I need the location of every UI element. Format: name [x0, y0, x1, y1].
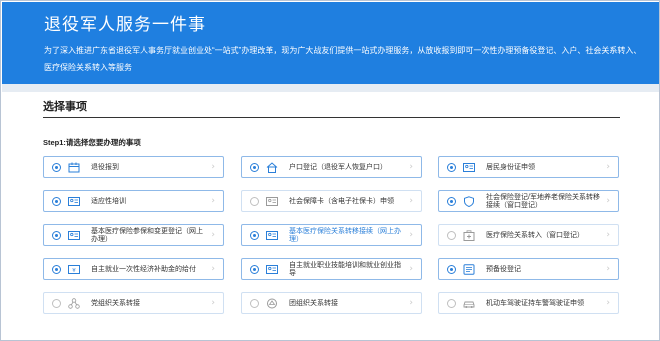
item-radio[interactable] [52, 265, 61, 274]
list-icon [463, 264, 475, 275]
chevron-right-icon: › [606, 230, 610, 240]
item-label: 居民身份证申领 [486, 163, 535, 171]
item-label: 机动车驾驶证持车警驾驶证申领 [486, 299, 584, 307]
item-label: 基本医疗保险关系转移接续（网上办理） [289, 227, 401, 244]
banner-divider [2, 84, 659, 92]
chevron-right-icon: › [606, 298, 610, 308]
item-label: 预备役登记 [486, 265, 521, 273]
chevron-right-icon: › [606, 196, 610, 206]
item-label: 自主就业职业技能培训和就业创业指导 [289, 261, 401, 278]
chevron-right-icon: › [606, 162, 610, 172]
shield-icon [463, 196, 475, 207]
item-card-social-card[interactable]: 社会保障卡（含电子社保卡）申领 › [241, 190, 422, 212]
item-label: 自主就业一次性经济补助金的给付 [91, 265, 196, 273]
money-card-icon: ¥ [68, 264, 80, 275]
item-label: 基本医疗保险参保和变更登记（网上办理） [91, 227, 203, 244]
item-radio[interactable] [52, 299, 61, 308]
id-card-icon [266, 230, 278, 241]
section-rule [43, 117, 620, 118]
emblem-icon [266, 298, 278, 309]
id-card-icon [266, 196, 278, 207]
chevron-right-icon: › [211, 162, 215, 172]
medical-kit-icon [463, 230, 475, 241]
item-radio[interactable] [250, 265, 259, 274]
item-card-id-card[interactable]: 居民身份证申领 › [438, 156, 619, 178]
item-radio[interactable] [447, 299, 456, 308]
item-radio[interactable] [52, 197, 61, 206]
step-label: Step1:请选择您要办理的事项 [43, 138, 141, 147]
item-card-one-time-subsidy[interactable]: ¥ 自主就业一次性经济补助金的给付 › [43, 258, 224, 280]
item-radio[interactable] [447, 231, 456, 240]
item-card-training[interactable]: 适应性培训 › [43, 190, 224, 212]
chevron-right-icon: › [211, 230, 215, 240]
chevron-right-icon: › [409, 230, 413, 240]
item-radio[interactable] [250, 231, 259, 240]
item-card-party-transfer[interactable]: 党组织关系转接 › [43, 292, 224, 314]
item-card-household[interactable]: 户口登记（退役军人恢复户口） › [241, 156, 422, 178]
calendar-icon [68, 162, 80, 173]
chevron-right-icon: › [409, 298, 413, 308]
chevron-right-icon: › [211, 264, 215, 274]
item-label: 适应性培训 [91, 197, 126, 205]
item-card-retire-report[interactable]: 退役报到 › [43, 156, 224, 178]
item-radio[interactable] [447, 265, 456, 274]
item-radio[interactable] [52, 163, 61, 172]
item-card-social-insurance[interactable]: 社会保险登记/军地养老保险关系转移接续（窗口登记） › [438, 190, 619, 212]
chevron-right-icon: › [606, 264, 610, 274]
item-label: 医疗保险关系转入（窗口登记） [486, 231, 584, 239]
svg-text:¥: ¥ [72, 268, 76, 274]
banner: 退役军人服务一件事 为了深入推进广东省退役军人事务厅就业创业处“一站式”办理改革… [2, 2, 659, 84]
item-label: 退役报到 [91, 163, 119, 171]
house-icon [266, 162, 278, 173]
network-icon [68, 298, 80, 309]
chevron-right-icon: › [409, 162, 413, 172]
chevron-right-icon: › [409, 264, 413, 274]
car-icon [463, 298, 475, 309]
banner-title: 退役军人服务一件事 [44, 15, 206, 34]
chevron-right-icon: › [409, 196, 413, 206]
id-card-icon [68, 196, 80, 207]
id-card-icon [68, 230, 80, 241]
chevron-right-icon: › [211, 196, 215, 206]
id-card-icon [463, 162, 475, 173]
item-radio[interactable] [250, 197, 259, 206]
item-label: 社会保险登记/军地养老保险关系转移接续（窗口登记） [486, 193, 600, 210]
item-radio[interactable] [250, 163, 259, 172]
id-card-icon [266, 264, 278, 275]
item-label: 户口登记（退役军人恢复户口） [289, 163, 387, 171]
item-card-reserve-register[interactable]: 预备役登记 › [438, 258, 619, 280]
section-title: 选择事项 [43, 101, 87, 113]
item-card-skill-training[interactable]: 自主就业职业技能培训和就业创业指导 › [241, 258, 422, 280]
item-card-driver-license[interactable]: 机动车驾驶证持车警驾驶证申领 › [438, 292, 619, 314]
item-label: 党组织关系转接 [91, 299, 140, 307]
item-radio[interactable] [447, 163, 456, 172]
item-radio[interactable] [447, 197, 456, 206]
banner-description: 为了深入推进广东省退役军人事务厅就业创业处“一站式”办理改革，现为广大战友们提供… [44, 46, 642, 72]
item-card-medical-transfer[interactable]: 基本医疗保险关系转移接续（网上办理） › [241, 224, 422, 246]
item-label: 团组织关系转接 [289, 299, 338, 307]
page-frame: 退役军人服务一件事 为了深入推进广东省退役军人事务厅就业创业处“一站式”办理改革… [0, 0, 660, 341]
item-card-medical-window[interactable]: 医疗保险关系转入（窗口登记） › [438, 224, 619, 246]
item-radio[interactable] [250, 299, 259, 308]
item-label: 社会保障卡（含电子社保卡）申领 [289, 197, 394, 205]
chevron-right-icon: › [211, 298, 215, 308]
item-radio[interactable] [52, 231, 61, 240]
item-card-league-transfer[interactable]: 团组织关系转接 › [241, 292, 422, 314]
item-card-medical-register[interactable]: 基本医疗保险参保和变更登记（网上办理） › [43, 224, 224, 246]
